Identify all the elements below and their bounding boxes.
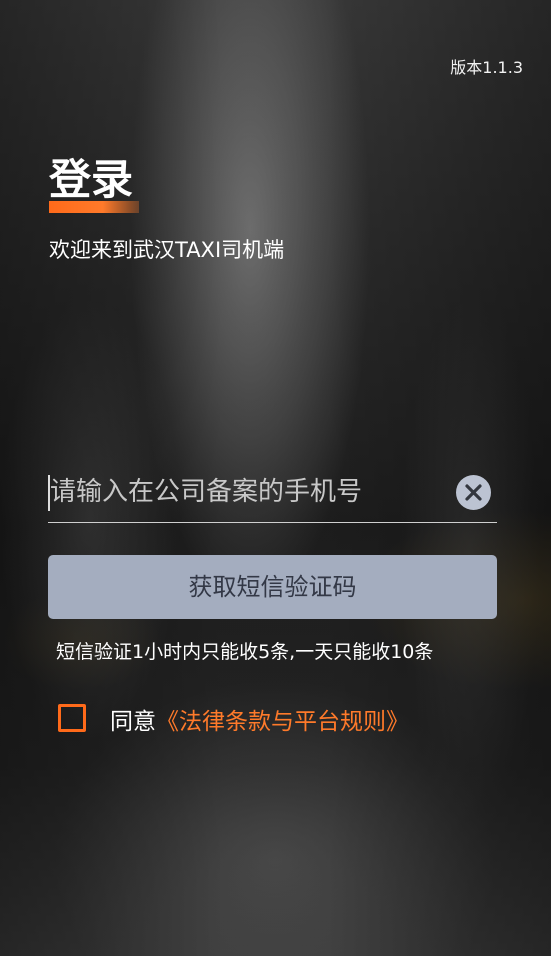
page-title: 登录 bbox=[49, 155, 134, 204]
get-sms-code-button[interactable]: 获取短信验证码 bbox=[48, 555, 497, 619]
version-label: 版本1.1.3 bbox=[450, 58, 523, 77]
agreement-row: 同意《法律条款与平台规则》 bbox=[58, 702, 478, 736]
clear-icon[interactable] bbox=[456, 475, 491, 510]
phone-field bbox=[48, 466, 497, 523]
agree-prefix: 同意 bbox=[110, 709, 156, 735]
agree-checkbox[interactable] bbox=[58, 704, 86, 732]
title-block: 登录 bbox=[49, 150, 139, 213]
agreement-text: 同意《法律条款与平台规则》 bbox=[110, 702, 409, 736]
terms-link[interactable]: 《法律条款与平台规则》 bbox=[156, 709, 409, 735]
phone-input[interactable] bbox=[50, 472, 440, 512]
welcome-text: 欢迎来到武汉TAXI司机端 bbox=[49, 238, 285, 262]
sms-limit-note: 短信验证1小时内只能收5条,一天只能收10条 bbox=[56, 641, 434, 663]
